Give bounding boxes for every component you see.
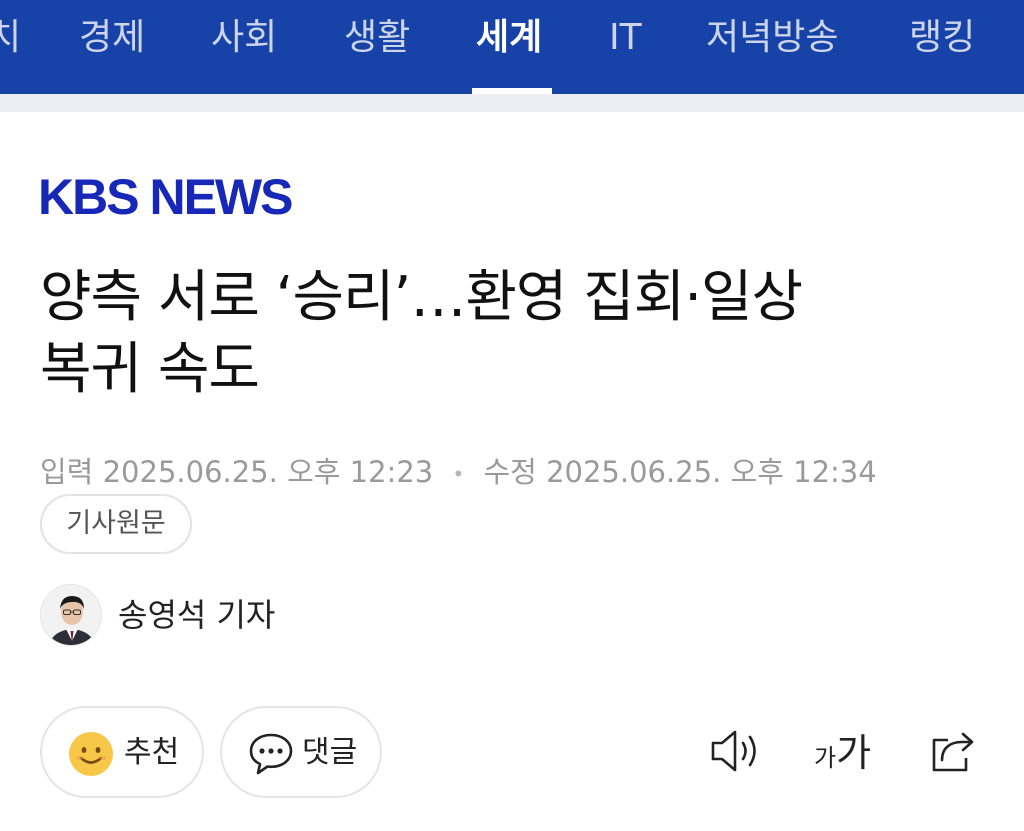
recommend-label: 추천 xyxy=(124,735,180,770)
text-size-large: 가 xyxy=(836,731,872,775)
comment-button[interactable]: 댓글 xyxy=(220,706,382,798)
input-time: 2025.06.25. 오후 12:23 xyxy=(102,455,434,489)
article-title: 양측 서로 ‘승리’…환영 집회·일상 복귀 속도 xyxy=(40,262,980,406)
article-title-line1: 양측 서로 ‘승리’…환영 집회·일상 xyxy=(40,265,803,330)
smile-icon xyxy=(68,731,114,781)
reporter-name[interactable]: 송영석 기자 xyxy=(118,592,275,638)
comment-label: 댓글 xyxy=(302,735,358,770)
modified-time: 2025.06.25. 오후 12:34 xyxy=(546,455,877,489)
article-title-line2: 복귀 속도 xyxy=(40,337,260,402)
nav-item-world[interactable]: 세계 xyxy=(476,0,542,94)
separator-dot: • xyxy=(452,462,465,486)
category-nav: 치 경제 사회 생활 세계 IT 저녁방송 랭킹 xyxy=(0,0,1024,94)
nav-item-economy[interactable]: 경제 xyxy=(79,0,145,94)
recommend-button[interactable]: 추천 xyxy=(40,706,204,798)
text-size-icon[interactable]: 가가 xyxy=(814,730,871,790)
nav-item-evening-broadcast[interactable]: 저녁방송 xyxy=(706,0,838,94)
nav-item-life[interactable]: 생활 xyxy=(344,0,410,94)
modified-label: 수정 xyxy=(483,455,537,489)
nav-item-ranking[interactable]: 랭킹 xyxy=(909,0,975,94)
nav-item-politics[interactable]: 치 xyxy=(0,0,21,94)
original-article-button[interactable]: 기사원문 xyxy=(40,494,192,554)
nav-item-it[interactable]: IT xyxy=(609,0,642,94)
nav-divider xyxy=(0,94,1024,112)
share-icon[interactable] xyxy=(928,726,978,786)
reporter-avatar xyxy=(40,584,102,646)
article-timestamps: 입력 2025.06.25. 오후 12:23 • 수정 2025.06.25.… xyxy=(40,452,877,494)
text-size-small: 가 xyxy=(814,744,837,772)
comment-bubble-icon xyxy=(248,732,294,780)
input-label: 입력 xyxy=(40,455,94,489)
nav-item-society[interactable]: 사회 xyxy=(211,0,277,94)
speaker-icon[interactable] xyxy=(710,728,762,788)
kbs-news-logo[interactable]: KBS NEWS xyxy=(38,168,293,226)
